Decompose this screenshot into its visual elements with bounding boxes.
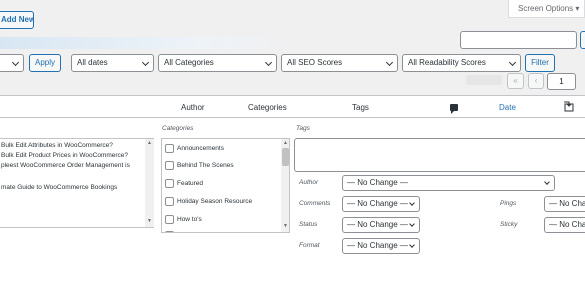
scrollbar[interactable]: ▲ ▼ bbox=[145, 139, 154, 227]
add-new-button[interactable]: Add New bbox=[0, 11, 34, 29]
screen-options-button[interactable]: Screen Options ▾ bbox=[508, 0, 585, 18]
sticky-label: Sticky bbox=[500, 221, 518, 228]
checkbox[interactable] bbox=[165, 144, 174, 153]
chevron-down-icon bbox=[409, 200, 415, 206]
checkbox[interactable] bbox=[165, 197, 174, 206]
filter-button[interactable]: Filter bbox=[525, 54, 555, 72]
format-select[interactable]: — No Change — bbox=[342, 238, 420, 254]
current-page-input[interactable]: 1 bbox=[547, 73, 576, 90]
format-label: Format bbox=[299, 242, 320, 249]
table-header: Author Categories Tags Date bbox=[0, 95, 585, 118]
category-label: Announcements bbox=[177, 145, 224, 153]
expand-icon[interactable] bbox=[563, 101, 574, 112]
readability-filter-select[interactable]: All Readability Scores bbox=[402, 54, 521, 72]
checkbox[interactable] bbox=[165, 215, 174, 224]
bulk-actions-select[interactable] bbox=[0, 54, 24, 72]
search-button[interactable] bbox=[580, 31, 585, 49]
column-categories: Categories bbox=[248, 103, 287, 112]
chevron-down-icon bbox=[409, 242, 415, 248]
scroll-down-icon[interactable]: ▼ bbox=[283, 224, 288, 229]
column-author: Author bbox=[181, 103, 205, 112]
column-tags: Tags bbox=[352, 103, 369, 112]
category-item[interactable]: Holiday Season Resource bbox=[165, 197, 252, 206]
tags-label: Tags bbox=[296, 125, 310, 132]
date-filter-select[interactable]: All dates bbox=[71, 54, 154, 72]
seo-score-filter-select[interactable]: All SEO Scores bbox=[281, 54, 398, 72]
apply-button[interactable]: Apply bbox=[29, 54, 61, 72]
chevron-down-icon bbox=[264, 58, 273, 67]
tags-textarea[interactable] bbox=[294, 138, 585, 172]
chevron-down-icon bbox=[508, 58, 517, 67]
author-select[interactable]: — No Change — bbox=[342, 175, 555, 191]
chevron-down-icon bbox=[11, 58, 20, 67]
checkbox[interactable] bbox=[165, 161, 174, 170]
items-count bbox=[466, 75, 502, 85]
status-label: Status bbox=[299, 221, 318, 228]
list-item: pleest WooCommerce Order Management is bbox=[1, 162, 130, 169]
scroll-up-icon[interactable]: ▲ bbox=[283, 141, 288, 146]
category-label: Featured bbox=[177, 180, 204, 188]
author-label: Author bbox=[299, 179, 319, 186]
list-item: Bulk Edit Attributes in WooCommerce? bbox=[1, 142, 113, 149]
category-label: How to's bbox=[177, 216, 202, 224]
category-checklist: Announcements Behind The Scenes Featured… bbox=[161, 138, 290, 233]
categories-label: Categories bbox=[162, 125, 194, 132]
pings-select[interactable]: — No Cha bbox=[544, 196, 585, 212]
first-page-button[interactable]: « bbox=[507, 73, 524, 89]
chevron-down-icon bbox=[141, 58, 150, 67]
checkbox[interactable] bbox=[165, 179, 174, 188]
subsubsub-bar bbox=[0, 37, 286, 49]
column-date-sort[interactable]: Date bbox=[499, 103, 516, 112]
category-item[interactable]: Announcements bbox=[165, 144, 224, 153]
comments-label: Comments bbox=[299, 200, 331, 207]
scrollbar[interactable]: ▲ ▼ bbox=[281, 139, 289, 232]
status-select[interactable]: — No Change — bbox=[342, 217, 420, 233]
chevron-down-icon bbox=[544, 179, 550, 185]
chevron-down-icon bbox=[409, 221, 415, 227]
list-item: mate Guide to WooCommerce Bookings bbox=[1, 184, 118, 191]
category-item[interactable]: Featured bbox=[165, 179, 203, 188]
prev-page-button[interactable]: ‹ bbox=[528, 73, 544, 89]
category-filter-select[interactable]: All Categories bbox=[158, 54, 277, 72]
comments-select[interactable]: — No Change — bbox=[342, 196, 420, 212]
checkbox[interactable] bbox=[165, 231, 174, 232]
category-label: Holiday Season Resource bbox=[177, 198, 253, 206]
category-item[interactable]: How to's bbox=[165, 215, 202, 224]
bulk-edit-panel: Bulk Edit Attributes in WooCommerce? Bul… bbox=[0, 118, 585, 284]
list-item: Bulk Edit Product Prices in WooCommerce? bbox=[1, 152, 129, 159]
search-input[interactable] bbox=[460, 31, 577, 49]
bulk-titles-list: Bulk Edit Attributes in WooCommerce? Bul… bbox=[0, 138, 154, 228]
scroll-thumb[interactable] bbox=[282, 148, 289, 166]
chevron-down-icon bbox=[385, 58, 394, 67]
pings-label: Pings bbox=[500, 200, 517, 207]
category-item[interactable]: Behind The Scenes bbox=[165, 161, 234, 170]
category-label: Behind The Scenes bbox=[177, 162, 234, 170]
scroll-up-icon[interactable]: ▲ bbox=[147, 141, 152, 146]
scroll-down-icon[interactable]: ▼ bbox=[147, 219, 152, 224]
category-item[interactable] bbox=[165, 231, 177, 232]
comment-icon bbox=[450, 104, 458, 114]
sticky-select[interactable]: — No Cha bbox=[544, 217, 585, 233]
